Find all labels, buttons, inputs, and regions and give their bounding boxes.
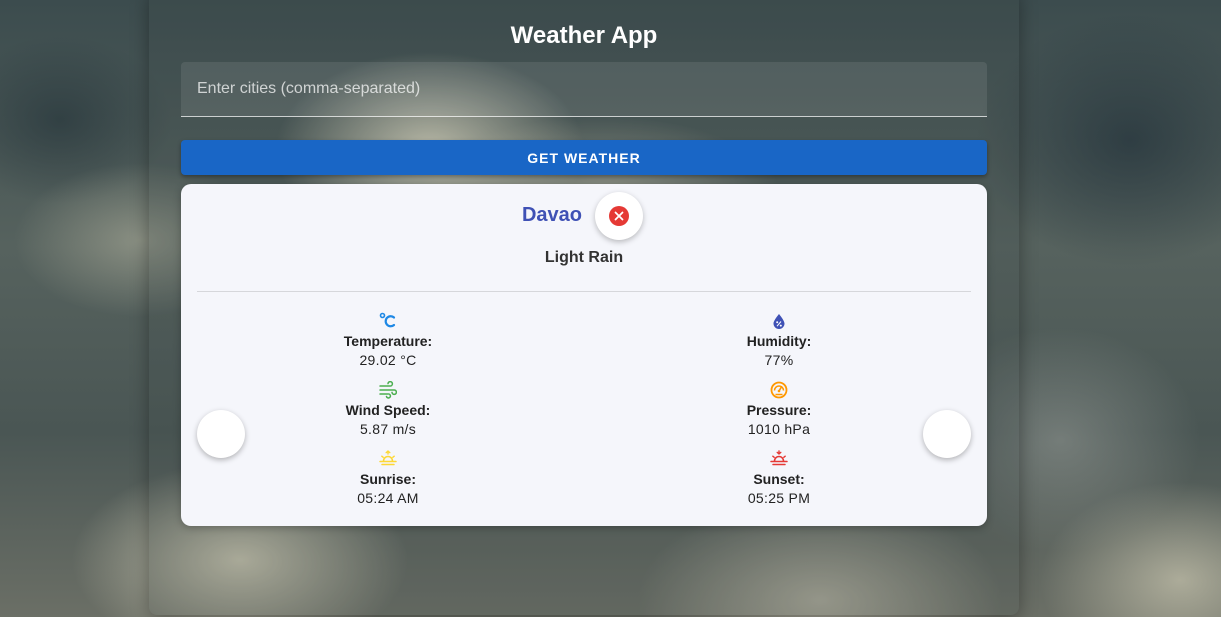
sunset-value: 05:25 PM (747, 490, 811, 506)
remove-city-button[interactable] (595, 192, 643, 240)
app-title: Weather App (510, 22, 658, 49)
temperature-value: 29.02 °C (359, 352, 417, 368)
get-weather-button[interactable]: GET WEATHER (181, 140, 987, 175)
thermometer-celsius-icon (379, 312, 397, 330)
next-city-button[interactable] (923, 410, 971, 458)
city-name: Davao (521, 204, 583, 226)
gauge-icon (770, 381, 788, 399)
pressure-label: Pressure: (746, 402, 812, 418)
close-icon (609, 206, 629, 226)
sunrise-stat: Sunrise: 05:24 AM (288, 450, 488, 508)
sunset-label: Sunset: (753, 471, 805, 487)
previous-city-button[interactable] (197, 410, 245, 458)
wind-icon (379, 380, 398, 399)
wind-speed-stat: Wind Speed: 5.87 m/s (288, 380, 488, 439)
weather-condition: Light Rain (544, 249, 624, 266)
humidity-value: 77% (764, 352, 794, 368)
wind-speed-label: Wind Speed: (345, 402, 431, 418)
sunset-stat: Sunset: 05:25 PM (679, 450, 879, 508)
temperature-label: Temperature: (343, 333, 433, 349)
sunrise-value: 05:24 AM (357, 490, 419, 506)
humidity-stat: Humidity: 77% (679, 312, 879, 370)
temperature-stat: Temperature: 29.02 °C (288, 312, 488, 370)
pressure-value: 1010 hPa (747, 421, 811, 437)
sunrise-label: Sunrise: (359, 471, 416, 487)
sunrise-icon (379, 450, 397, 468)
city-search-input[interactable] (181, 62, 987, 117)
humidity-label: Humidity: (746, 333, 812, 349)
card-divider (197, 291, 971, 292)
pressure-stat: Pressure: 1010 hPa (679, 381, 879, 439)
water-drop-icon (770, 312, 788, 330)
wind-speed-value: 5.87 m/s (359, 421, 417, 437)
sunset-icon (770, 450, 788, 468)
